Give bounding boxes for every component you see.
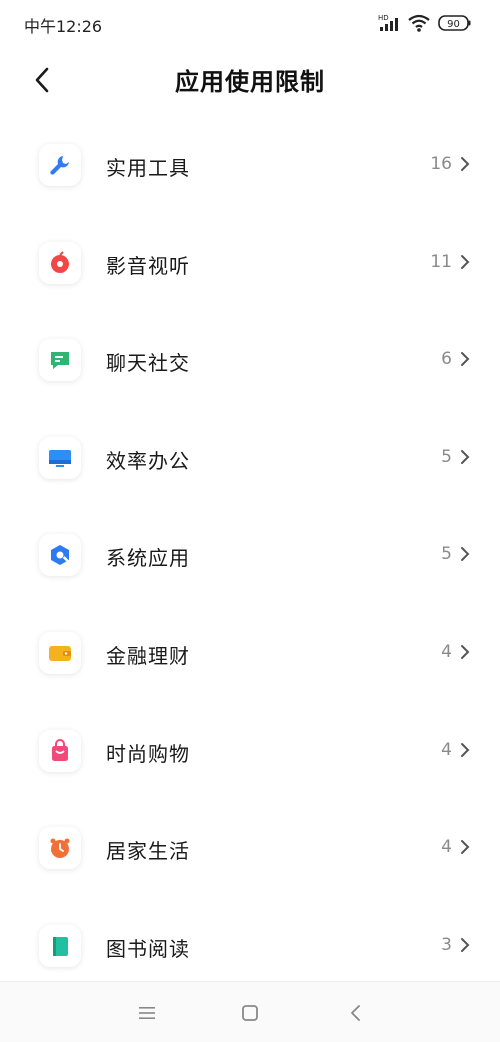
navigation-bar xyxy=(0,981,500,1042)
list-item-label: 居家生活 xyxy=(106,839,190,864)
chevron-right-icon xyxy=(461,937,470,952)
list-item-shopping[interactable]: 时尚购物 4 xyxy=(0,702,500,800)
chevron-right-icon xyxy=(461,449,470,464)
recent-apps-button[interactable] xyxy=(132,1000,162,1026)
list-item-media[interactable]: 影音视听 11 xyxy=(0,214,500,312)
list-item-count: 5 xyxy=(441,446,452,467)
list-item-count: 11 xyxy=(430,251,452,272)
battery-icon: 90 xyxy=(438,13,472,37)
menu-icon xyxy=(139,1007,155,1019)
network-label: HD xyxy=(378,14,389,22)
home-square-icon xyxy=(242,1005,258,1021)
list-item-finance[interactable]: 金融理财 4 xyxy=(0,604,500,702)
home-button[interactable] xyxy=(235,1000,265,1026)
header: 应用使用限制 xyxy=(0,46,500,118)
list-item-label: 影音视听 xyxy=(106,253,190,278)
page-title: 应用使用限制 xyxy=(175,68,325,96)
list-item-count: 4 xyxy=(441,641,452,662)
status-time: 中午12:26 xyxy=(24,17,103,36)
list-item-count: 5 xyxy=(441,544,452,565)
battery-level: 90 xyxy=(447,19,460,30)
list-item-reading[interactable]: 图书阅读 3 xyxy=(0,897,500,995)
book-icon xyxy=(39,924,81,967)
list-item-count: 4 xyxy=(441,837,452,858)
shopping-bag-icon xyxy=(39,729,81,772)
list-item-label: 金融理财 xyxy=(106,643,190,668)
list-item-system[interactable]: 系统应用 5 xyxy=(0,506,500,604)
list-item-home-life[interactable]: 居家生活 4 xyxy=(0,799,500,897)
system-back-button[interactable] xyxy=(340,1000,370,1026)
list-item-count: 4 xyxy=(441,739,452,760)
wrench-icon xyxy=(39,144,81,186)
chevron-right-icon xyxy=(461,157,470,171)
list-item-label: 聊天社交 xyxy=(106,351,190,376)
back-triangle-icon xyxy=(351,1005,360,1021)
list-item-count: 3 xyxy=(441,934,452,955)
monitor-icon xyxy=(39,436,81,479)
chevron-right-icon xyxy=(461,644,470,659)
system-icon xyxy=(39,534,81,577)
list-item-label: 效率办公 xyxy=(106,448,190,473)
media-icon xyxy=(39,241,81,284)
list-item-label: 时尚购物 xyxy=(106,741,190,766)
chevron-right-icon xyxy=(461,840,470,855)
list-item-social[interactable]: 聊天社交 6 xyxy=(0,311,500,409)
chevron-right-icon xyxy=(461,352,470,367)
list-item-office[interactable]: 效率办公 5 xyxy=(0,409,500,507)
category-list: 实用工具 16 影音视听 11 聊天社交 6 效率办公 5 系统应用 5 金融理… xyxy=(0,116,500,994)
chevron-right-icon xyxy=(461,742,470,757)
wifi-icon xyxy=(408,13,430,37)
list-item-label: 系统应用 xyxy=(106,546,190,571)
alarm-clock-icon xyxy=(39,827,81,870)
status-bar: 中午12:26 HD 90 xyxy=(0,0,500,46)
list-item-tools[interactable]: 实用工具 16 xyxy=(0,116,500,214)
list-item-count: 16 xyxy=(430,154,452,174)
chevron-right-icon xyxy=(461,547,470,562)
chat-icon xyxy=(39,339,81,382)
list-item-label: 实用工具 xyxy=(106,156,190,180)
list-item-count: 6 xyxy=(441,349,452,370)
signal-icon: HD xyxy=(378,13,402,37)
chevron-right-icon xyxy=(461,254,470,269)
wallet-icon xyxy=(39,631,81,674)
list-item-label: 图书阅读 xyxy=(106,936,190,961)
